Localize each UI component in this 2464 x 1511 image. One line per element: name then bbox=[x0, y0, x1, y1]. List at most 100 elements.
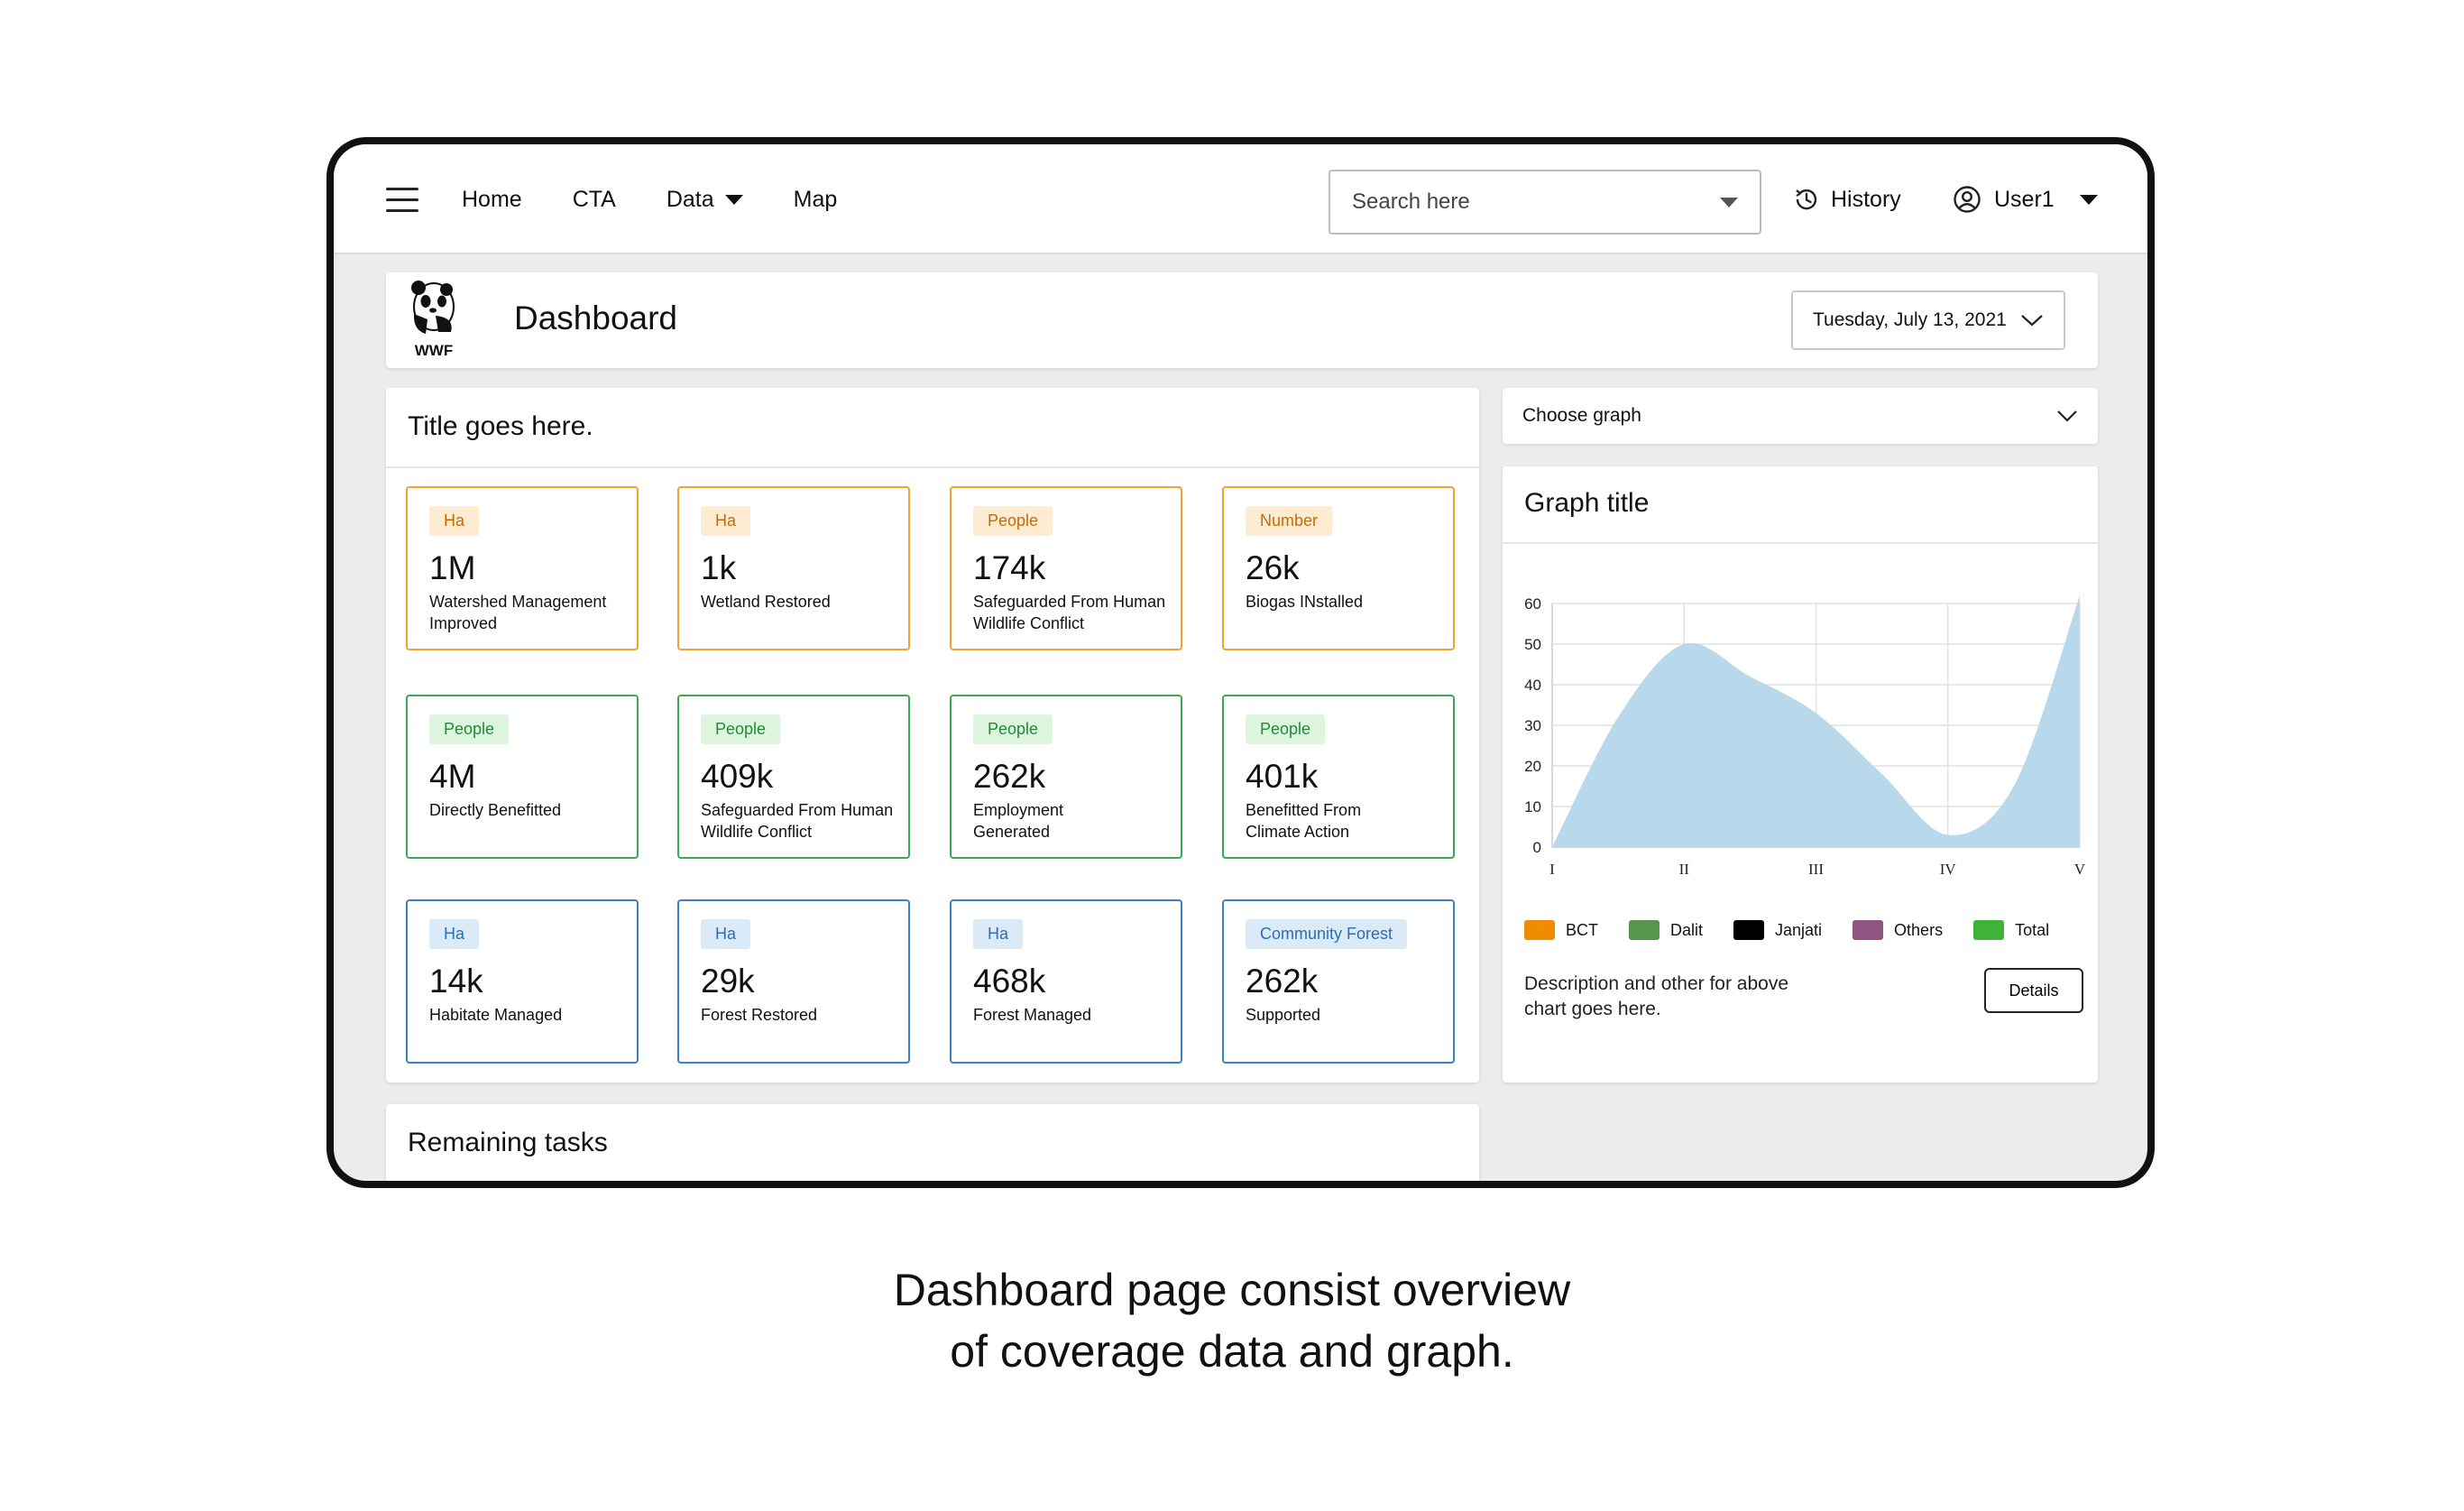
nav-link-data[interactable]: Data bbox=[667, 187, 743, 213]
legend-item: Janjati bbox=[1733, 920, 1822, 940]
kpi-value: 468k bbox=[973, 963, 1046, 1000]
search-input[interactable]: Search here bbox=[1329, 170, 1761, 235]
nav-link-map[interactable]: Map bbox=[794, 187, 838, 213]
kpi-label: Directly Benefitted bbox=[429, 801, 562, 819]
legend-label: Total bbox=[2015, 920, 2050, 939]
unit-badge: Ha bbox=[429, 919, 480, 949]
caret-down-icon[interactable] bbox=[1720, 197, 1738, 207]
unit-badge: People bbox=[429, 714, 510, 744]
kpi-card[interactable]: People 401k Benefitted From Climate Acti… bbox=[1222, 695, 1455, 859]
x-tick-label: I bbox=[1549, 861, 1555, 878]
x-tick-label: II bbox=[1679, 861, 1690, 878]
kpi-label: Employment Generated bbox=[973, 801, 1064, 841]
legend-item: Total bbox=[1973, 920, 2049, 940]
legend-label: Others bbox=[1894, 920, 1944, 939]
user-menu-button[interactable]: User1 bbox=[1953, 144, 2098, 254]
history-label: History bbox=[1831, 186, 1901, 212]
remaining-tasks-card: Remaining tasks bbox=[386, 1104, 1479, 1181]
chevron-down-icon bbox=[2057, 410, 2077, 422]
x-tick-label: III bbox=[1808, 861, 1824, 878]
kpi-label: Habitate Managed bbox=[429, 1006, 563, 1024]
caption-line: Dashboard page consist overview bbox=[893, 1265, 1571, 1315]
history-button[interactable]: History bbox=[1793, 144, 1901, 254]
kpi-label: Forest Managed bbox=[973, 1006, 1092, 1024]
kpi-label: Forest Restored bbox=[701, 1006, 818, 1024]
search-placeholder: Search here bbox=[1352, 189, 1470, 214]
graph-title: Graph title bbox=[1524, 488, 1650, 518]
nav-link-cta[interactable]: CTA bbox=[573, 187, 616, 213]
legend-swatch bbox=[1853, 920, 1884, 940]
kpi-card[interactable]: Number 26k Biogas INstalled bbox=[1222, 486, 1455, 650]
choose-graph-select[interactable]: Choose graph bbox=[1503, 388, 2098, 444]
kpi-value: 401k bbox=[1246, 758, 1319, 795]
kpi-value: 29k bbox=[701, 963, 755, 1000]
kpi-value: 26k bbox=[1246, 549, 1300, 586]
kpi-value: 174k bbox=[973, 549, 1046, 586]
unit-badge: Ha bbox=[701, 919, 751, 949]
nav-link-label: Map bbox=[793, 186, 838, 212]
hamburger-menu-icon[interactable] bbox=[386, 188, 418, 213]
caret-down-icon bbox=[724, 194, 743, 205]
kpi-value: 409k bbox=[701, 758, 774, 795]
graph-description: Description and other for above chart go… bbox=[1524, 973, 1789, 1019]
divider bbox=[1503, 542, 2098, 544]
legend-swatch bbox=[1973, 920, 2005, 940]
nav-links: Home CTA Data Map bbox=[462, 144, 837, 254]
kpi-card[interactable]: Community Forest 262k Supported bbox=[1222, 899, 1455, 1064]
section-title: Remaining tasks bbox=[408, 1128, 608, 1157]
dashboard-header: WWF Dashboard Tuesday, July 13, 2021 bbox=[386, 272, 2098, 368]
legend-item: Dalit bbox=[1629, 920, 1703, 940]
kpi-value: 14k bbox=[429, 963, 483, 1000]
kpi-value: 1M bbox=[429, 549, 476, 586]
kpi-card[interactable]: People 409k Safeguarded From Human Wildl… bbox=[677, 695, 910, 859]
kpi-card[interactable]: People 262k Employment Generated bbox=[950, 695, 1182, 859]
kpi-card[interactable]: Ha 468k Forest Managed bbox=[950, 899, 1182, 1064]
nav-link-label: Home bbox=[462, 186, 522, 212]
kpi-card[interactable]: Ha 1M Watershed Management Improved bbox=[406, 486, 639, 650]
select-value: Choose graph bbox=[1522, 405, 1641, 426]
y-tick-label: 50 bbox=[1524, 636, 1541, 653]
y-tick-label: 0 bbox=[1533, 839, 1541, 856]
legend-label: Dalit bbox=[1670, 920, 1704, 939]
kpi-label: Watershed Management Improved bbox=[429, 593, 607, 632]
unit-badge: People bbox=[973, 506, 1053, 536]
legend-label: Janjati bbox=[1775, 920, 1823, 939]
kpi-card[interactable]: Ha 29k Forest Restored bbox=[677, 899, 910, 1064]
logo-text: WWF bbox=[415, 342, 453, 359]
kpi-value: 1k bbox=[701, 549, 737, 586]
legend-item: BCT bbox=[1524, 920, 1598, 940]
y-tick-label: 60 bbox=[1524, 595, 1541, 613]
y-tick-label: 20 bbox=[1524, 758, 1541, 775]
caption-line: of coverage data and graph. bbox=[950, 1326, 1514, 1377]
user-avatar-icon bbox=[1954, 186, 1981, 213]
kpi-card[interactable]: Ha 1k Wetland Restored bbox=[677, 486, 910, 650]
unit-badge: People bbox=[701, 714, 781, 744]
chart-legend: BCT Dalit Janjati Others Total bbox=[1524, 920, 2049, 940]
kpi-label: Supported bbox=[1246, 1006, 1321, 1024]
device-frame: Home CTA Data Map Search here History Us… bbox=[326, 137, 2155, 1188]
divider bbox=[386, 466, 1479, 468]
legend-swatch bbox=[1629, 920, 1660, 940]
y-tick-label: 40 bbox=[1524, 677, 1541, 694]
kpi-label: Wetland Restored bbox=[701, 593, 831, 611]
date-picker[interactable]: Tuesday, July 13, 2021 bbox=[1791, 290, 2065, 350]
top-navigation: Home CTA Data Map Search here History Us… bbox=[334, 144, 2147, 254]
area-chart: 0102030405060I II III IV V bbox=[1524, 595, 2086, 878]
nav-link-home[interactable]: Home bbox=[462, 187, 522, 213]
coverage-card: Title goes here. Ha 1M Watershed Managem… bbox=[386, 388, 1479, 1083]
nav-link-label: Data bbox=[666, 186, 714, 212]
chevron-down-icon bbox=[2021, 315, 2043, 327]
date-value: Tuesday, July 13, 2021 bbox=[1813, 309, 2007, 330]
kpi-label: Biogas INstalled bbox=[1246, 593, 1364, 611]
unit-badge: People bbox=[973, 714, 1053, 744]
legend-label: BCT bbox=[1566, 920, 1598, 939]
legend-swatch bbox=[1733, 920, 1765, 940]
kpi-value: 4M bbox=[429, 758, 476, 795]
kpi-card[interactable]: Ha 14k Habitate Managed bbox=[406, 899, 639, 1064]
kpi-label: Safeguarded From Human Wildlife Conflict bbox=[973, 593, 1166, 632]
history-clock-icon bbox=[1796, 189, 1817, 210]
unit-badge: Ha bbox=[701, 506, 751, 536]
details-button[interactable]: Details bbox=[1984, 968, 2083, 1013]
kpi-card[interactable]: People 4M Directly Benefitted bbox=[406, 695, 639, 859]
kpi-card[interactable]: People 174k Safeguarded From Human Wildl… bbox=[950, 486, 1182, 650]
